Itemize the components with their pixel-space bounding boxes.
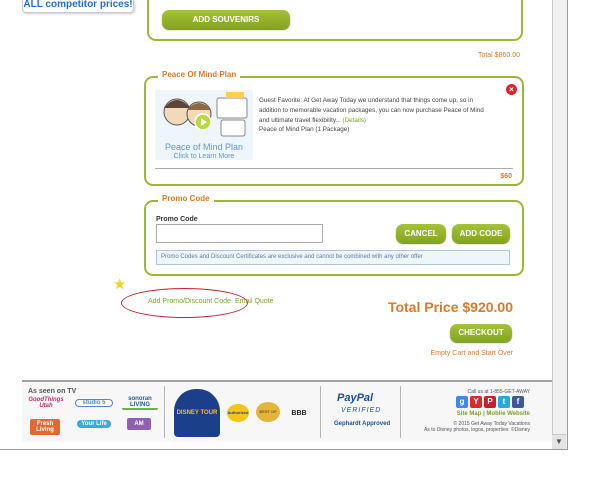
add-promo-code-link[interactable]: Add Promo/Discount Code: [148, 298, 231, 305]
divider: [164, 386, 165, 438]
gephardt-approved-logo[interactable]: Gephardt Approved: [334, 421, 390, 427]
pinterest-icon[interactable]: P: [484, 396, 496, 408]
total-price: Total Price $920.00: [387, 299, 513, 315]
promo-note: Promo Codes and Discount Certificates ar…: [156, 250, 510, 265]
bbb-logo[interactable]: BBB: [290, 404, 308, 424]
fresh-living-logo[interactable]: Fresh Living: [30, 419, 60, 435]
paypal-verified-label: VERIFIED: [341, 407, 382, 414]
divider: [320, 386, 321, 438]
promo-code-input[interactable]: [156, 224, 323, 243]
scroll-down-icon[interactable]: ▼: [552, 434, 566, 449]
package-label: Peace of Mind Plan (1 Package): [259, 126, 350, 133]
studio5-logo[interactable]: studio 5: [75, 399, 113, 407]
souvenirs-total: Total $860.00: [477, 52, 520, 59]
peace-of-mind-legend: Peace Of Mind Plan: [158, 70, 241, 79]
promo-code-legend: Promo Code: [158, 194, 214, 203]
your-life-logo[interactable]: Your Life: [77, 420, 111, 428]
empty-cart-link[interactable]: Empty Cart and Start Over: [400, 350, 513, 357]
vertical-scrollbar[interactable]: [552, 0, 567, 448]
sonoran-living-logo[interactable]: sonoran LIVING: [122, 396, 158, 410]
youtube-icon[interactable]: Y: [470, 396, 482, 408]
add-souvenirs-button[interactable]: ADD SOUVENIRS: [162, 10, 290, 29]
add-code-button[interactable]: ADD CODE: [452, 224, 510, 243]
google-icon[interactable]: g: [456, 396, 468, 408]
checkout-button[interactable]: CHECKOUT: [450, 324, 512, 342]
facebook-icon[interactable]: f: [512, 396, 524, 408]
am-logo[interactable]: AM: [127, 418, 151, 430]
disney-tour-logo[interactable]: DISNEY TOUR: [174, 389, 220, 437]
call-us-text: Call us at 1-855-GET-AWAY: [467, 389, 530, 395]
divider: [400, 386, 401, 438]
star-icon: ★: [113, 276, 127, 293]
promo-code-label: Promo Code: [156, 216, 198, 223]
divider: [155, 168, 513, 169]
cancel-button[interactable]: CANCEL: [396, 224, 446, 243]
email-quote-link[interactable]: Email Quote: [235, 298, 274, 305]
sitemap-links[interactable]: Site Map | Mobile Website: [440, 411, 530, 417]
as-seen-on-tv-label: As seen on TV: [28, 388, 77, 395]
peace-of-mind-description: Guest Favorite: At Get Away Today we und…: [259, 96, 495, 126]
peace-of-mind-image-title: Peace of Mind Plan: [164, 142, 244, 152]
competitor-prices-banner[interactable]: ALL competitor prices!: [22, 0, 134, 13]
details-link[interactable]: (Details): [343, 117, 366, 124]
description-text: Guest Favorite: At Get Away Today we und…: [259, 97, 484, 124]
disney-copyright-line: As to Disney photos, logos, properties: …: [424, 427, 530, 433]
copyright: © 2015 Get Away Today Vacations As to Di…: [405, 421, 530, 433]
peace-of-mind-price: $60: [500, 173, 512, 180]
best-of-logo[interactable]: BEST OF: [256, 402, 280, 422]
remove-icon[interactable]: ×: [506, 84, 517, 95]
authorized-seller-logo[interactable]: Authorized: [227, 404, 249, 422]
twitter-icon[interactable]: t: [498, 396, 510, 408]
learn-more-link[interactable]: Click to Learn More: [155, 153, 253, 160]
couple-illustration-icon: [155, 90, 253, 142]
paypal-logo[interactable]: PayPal: [337, 392, 373, 404]
goodthings-logo[interactable]: GoodThings Utah: [28, 397, 64, 409]
